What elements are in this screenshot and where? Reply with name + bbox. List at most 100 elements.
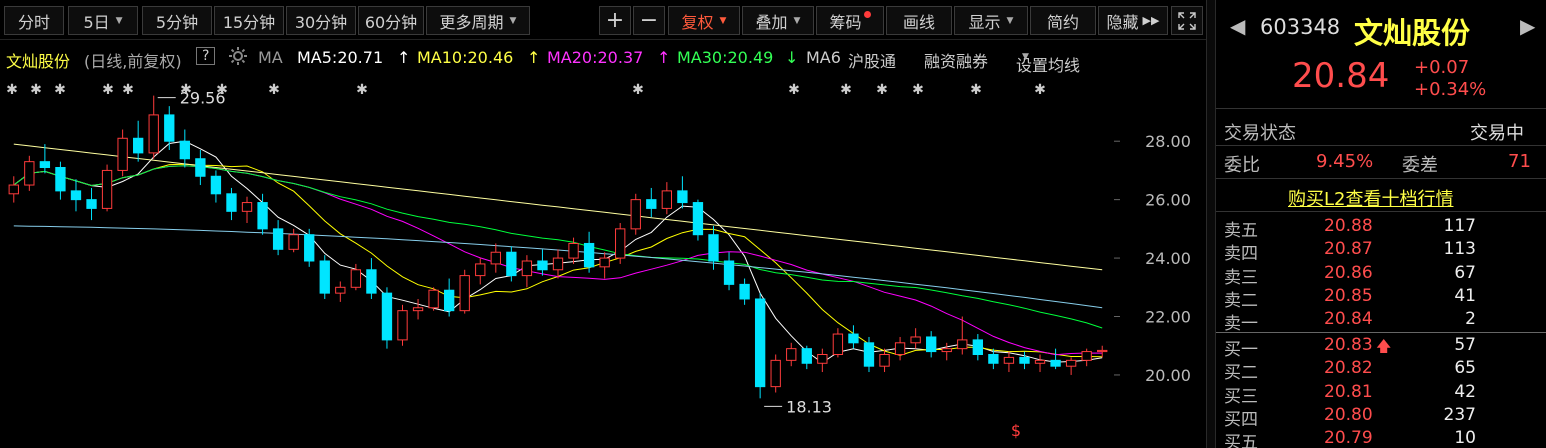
- candle-body: [1065, 359, 1077, 367]
- candle-body: [55, 167, 66, 192]
- candle-body: [39, 161, 51, 168]
- weibi-value: 9.45%: [1316, 151, 1374, 172]
- kline-chart[interactable]: 28.00 26.00 24.00 22.00 20.00 29.56 18.13 ✱ ✱ ✱ ✱ ✱…: [0, 74, 1206, 448]
- app-root: 分时 5日 ▼ 5分钟 15分钟 30分钟 60分钟 更多周期 ▼ + − 复权 ▼ …: [0, 0, 1546, 448]
- candle-body: [941, 348, 952, 353]
- period-5min-label: 5分钟: [155, 12, 199, 32]
- fullscreen-button[interactable]: [1171, 6, 1203, 35]
- overlay-label: 叠加: [755, 12, 788, 32]
- candle-body: [583, 242, 595, 268]
- y-tick-label: 20.00: [1145, 366, 1191, 385]
- candle-body: [164, 114, 175, 142]
- period-30min-button[interactable]: 30分钟: [286, 6, 356, 35]
- candle-body: [646, 199, 657, 209]
- zoom-out-label: −: [639, 8, 659, 33]
- ma5-value: MA5:20.71: [297, 48, 384, 67]
- y-tick-label: 26.00: [1145, 191, 1191, 210]
- prev-stock-icon[interactable]: ◀: [1230, 14, 1245, 38]
- zoom-out-button[interactable]: −: [633, 6, 665, 35]
- l2-upgrade-link[interactable]: 购买L2查看十档行情: [1288, 185, 1453, 211]
- candle-body: [101, 169, 113, 209]
- candle-body: [988, 354, 999, 364]
- chips-button[interactable]: 筹码: [816, 6, 884, 35]
- stock-code: 603348: [1260, 15, 1341, 39]
- ask-row[interactable]: 卖二 20.85 41: [1216, 285, 1536, 311]
- ask-row[interactable]: 卖三 20.86 67: [1216, 262, 1536, 288]
- y-tick-label: 24.00: [1145, 249, 1191, 268]
- draw-line-button[interactable]: 画线: [886, 6, 952, 35]
- price-change-pct: +0.34%: [1414, 79, 1487, 100]
- bid-level-label: 买一: [1224, 340, 1258, 360]
- period-intraday-label: 分时: [17, 12, 50, 32]
- ask-row[interactable]: 卖四 20.87 113: [1216, 238, 1536, 264]
- zoom-in-button[interactable]: +: [599, 6, 631, 35]
- bid-row[interactable]: 买五 20.79 10: [1216, 427, 1536, 448]
- bid-level-label: 买二: [1224, 363, 1258, 384]
- candle-body: [195, 158, 206, 177]
- trade-status-label: 交易状态: [1224, 123, 1296, 144]
- zoom-in-label: +: [605, 8, 625, 33]
- bid-row[interactable]: 买一 20.83 57 🡅: [1216, 334, 1536, 360]
- bid-row[interactable]: 买四 20.80 237: [1216, 404, 1536, 430]
- period-60min-button[interactable]: 60分钟: [358, 6, 424, 35]
- candle-body: [1019, 356, 1030, 364]
- period-15min-button[interactable]: 15分钟: [214, 6, 284, 35]
- candle-body: [770, 359, 781, 388]
- overlay-button[interactable]: 叠加 ▼: [742, 6, 814, 35]
- candle-body: [926, 336, 937, 353]
- more-periods-button[interactable]: 更多周期 ▼: [426, 6, 530, 35]
- next-stock-icon[interactable]: ▶: [1520, 14, 1535, 38]
- y-tick-label: 28.00: [1145, 132, 1191, 151]
- candle-body: [459, 275, 470, 312]
- ma30-line: [13, 165, 1103, 329]
- ask-row[interactable]: 卖一 20.84 2: [1216, 308, 1536, 335]
- bid-row[interactable]: 买二 20.82 65: [1216, 357, 1536, 384]
- period-15min-label: 15分钟: [222, 12, 276, 32]
- period-5min-button[interactable]: 5分钟: [142, 6, 212, 35]
- connect-tab[interactable]: 沪股通: [848, 48, 896, 72]
- candle-body: [335, 286, 346, 294]
- period-intraday-button[interactable]: 分时: [4, 6, 64, 35]
- kline-chart-svg[interactable]: 28.0026.0024.0022.0020.0029.5618.13✱ ✱ ✱ ✱ ✱…: [0, 74, 1206, 448]
- candle-body: [692, 202, 704, 236]
- candle-body: [272, 228, 284, 250]
- display-button[interactable]: 显示 ▼: [954, 6, 1028, 35]
- period-5day-button[interactable]: 5日 ▼: [68, 6, 138, 35]
- ask-volume: 113: [1443, 239, 1476, 260]
- ask-level-label: 卖一: [1224, 314, 1258, 335]
- candle-body: [537, 260, 548, 271]
- double-chevron-right-icon: ▶▶: [1142, 14, 1160, 27]
- panel-divider[interactable]: [1206, 0, 1216, 448]
- notification-dot-icon: [863, 11, 871, 18]
- bid-level-label: 买三: [1224, 386, 1258, 407]
- divider: [1216, 178, 1546, 179]
- weicha-value: 71: [1508, 151, 1531, 172]
- ask-row[interactable]: 卖五 20.88 117: [1216, 215, 1536, 241]
- fullscreen-icon: [1178, 11, 1196, 30]
- bid-row[interactable]: 买三 20.81 42: [1216, 381, 1536, 407]
- candle-body: [70, 190, 82, 201]
- candle-body: [708, 234, 719, 262]
- candle-body: [972, 339, 983, 355]
- divider: [1216, 211, 1546, 212]
- candle-body: [1003, 356, 1015, 364]
- candle-body: [86, 199, 97, 209]
- simple-mode-label: 简约: [1046, 12, 1079, 32]
- price-change: +0.07: [1414, 57, 1470, 78]
- current-price: 20.84: [1292, 56, 1390, 96]
- candle-body: [381, 292, 393, 341]
- hide-panel-label: 隐藏: [1106, 12, 1139, 32]
- restore-rights-button[interactable]: 复权 ▼: [668, 6, 740, 35]
- candle-body: [443, 289, 455, 312]
- candle-body: [257, 202, 268, 230]
- candle-body: [879, 354, 890, 367]
- bid-volume: 237: [1443, 404, 1476, 425]
- margin-trading-tab[interactable]: 融资融券: [924, 48, 988, 72]
- ma-settings-gear-icon[interactable]: [228, 46, 248, 70]
- candle-body: [428, 289, 439, 309]
- ask-volume: 41: [1454, 285, 1476, 306]
- quote-panel: ◀ 603348 文灿股份 ▶ 20.84 +0.07 +0.34% 交易状态 …: [1216, 0, 1546, 448]
- help-button[interactable]: ?: [196, 47, 216, 65]
- hide-panel-button[interactable]: 隐藏 ▶▶: [1098, 6, 1168, 35]
- simple-mode-button[interactable]: 简约: [1030, 6, 1096, 35]
